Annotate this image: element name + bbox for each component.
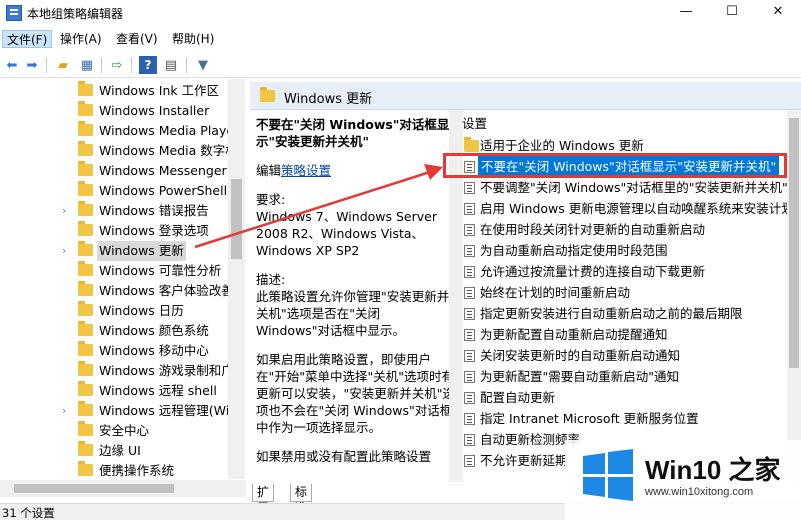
status-text: 31 个设置 <box>2 506 55 520</box>
watermark-url: www.win10xitong.com <box>645 486 754 498</box>
windows-logo-icon <box>583 449 633 501</box>
tab-standard[interactable]: 标准 <box>290 484 313 515</box>
watermark-brand: Win10 之家 <box>645 455 781 485</box>
watermark: Win10 之家 www.win10xitong.com <box>565 440 801 520</box>
arrow-line <box>194 170 431 249</box>
tab-extended[interactable]: 扩展 <box>252 484 275 515</box>
